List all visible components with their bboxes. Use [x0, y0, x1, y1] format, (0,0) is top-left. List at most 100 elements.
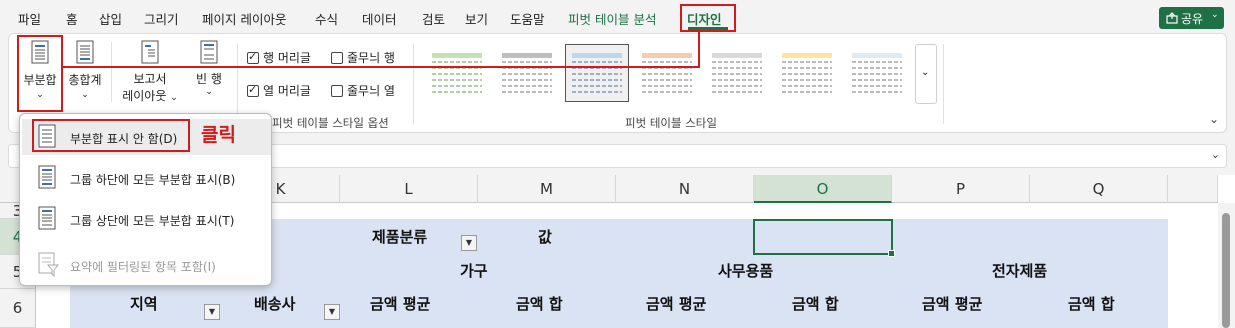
banded-cols-label: 줄무늬 열: [347, 84, 395, 98]
menu-insert[interactable]: 삽입: [99, 9, 122, 28]
style-swatch[interactable]: [635, 44, 699, 102]
menu-file[interactable]: 파일: [18, 9, 41, 28]
col-headers-option[interactable]: 열 머리글: [247, 82, 311, 99]
grand-totals-icon: [76, 40, 94, 64]
menu-view[interactable]: 보기: [465, 9, 488, 28]
highlight-no-subtotals-item: [32, 119, 190, 152]
column-header-n[interactable]: N: [616, 175, 754, 203]
style-swatch-selected[interactable]: [565, 44, 629, 102]
menu-item-label: 그룹 상단에 모든 부분합 표시(T): [70, 214, 235, 228]
office-cell[interactable]: 사무용품: [718, 260, 773, 281]
sum-cell[interactable]: 금액 합: [1068, 293, 1115, 314]
menu-data[interactable]: 데이터: [362, 9, 397, 28]
filtered-items-icon: [38, 252, 60, 278]
blank-rows-button[interactable]: 빈 행 ⌄: [189, 40, 229, 106]
pivot-style-gallery: [423, 44, 923, 104]
banded-cols-option[interactable]: 줄무늬 열: [331, 82, 395, 99]
active-cell-o4[interactable]: [753, 219, 895, 257]
row-header-6[interactable]: 6: [0, 289, 36, 328]
menu-pivot-analyze[interactable]: 피벗 테이블 분석: [568, 9, 656, 28]
furniture-cell[interactable]: 가구: [460, 260, 488, 281]
style-swatch-preview: [432, 53, 482, 93]
gallery-more-button[interactable]: ⌄: [915, 44, 937, 104]
style-swatch-preview: [572, 53, 622, 93]
menu-item-subtotals-bottom[interactable]: 그룹 하단에 모든 부분합 표시(B): [22, 160, 271, 196]
menu-page-layout[interactable]: 페이지 레이아웃: [202, 9, 286, 28]
style-swatch-preview: [782, 53, 832, 93]
blank-rows-label: 빈 행: [196, 72, 222, 86]
electronics-cell[interactable]: 전자제품: [992, 260, 1047, 281]
row-headers-label: 행 머리글: [263, 51, 311, 65]
column-header-p[interactable]: P: [892, 175, 1030, 203]
sum-cell[interactable]: 금액 합: [792, 293, 839, 314]
style-options-group-label: 피벗 테이블 스타일 옵션: [272, 116, 389, 130]
category-header-cell[interactable]: 제품분류: [372, 226, 427, 247]
filter-dropdown-icon[interactable]: ▼: [461, 235, 477, 251]
style-swatch[interactable]: [705, 44, 769, 102]
divider: [237, 44, 238, 124]
column-header-m[interactable]: M: [478, 175, 616, 203]
vertical-scrollbar[interactable]: [1218, 203, 1235, 328]
checkbox-checked[interactable]: [247, 50, 259, 64]
style-swatch[interactable]: [845, 44, 909, 102]
menu-home[interactable]: 홈: [66, 9, 78, 28]
highlight-subtotals-button: [17, 35, 63, 112]
menu-review[interactable]: 검토: [422, 9, 445, 28]
col-headers-label: 열 머리글: [263, 84, 311, 98]
region-cell[interactable]: 지역: [130, 293, 158, 314]
style-swatch-preview: [712, 53, 762, 93]
report-layout-text: 레이아웃: [122, 89, 167, 103]
grand-totals-label: 총합계: [68, 73, 102, 87]
highlight-design-tab: [680, 4, 736, 32]
annotation-connector: [698, 32, 700, 68]
scrollbar-thumb[interactable]: [1222, 213, 1230, 328]
chevron-down-icon: ⌄: [1211, 10, 1219, 20]
row-headers-option[interactable]: 행 머리글: [247, 49, 311, 66]
report-layout-button[interactable]: 보고서 레이아웃 ⌄: [117, 40, 183, 106]
avg-cell[interactable]: 금액 평균: [646, 293, 706, 314]
report-layout-label-2: 레이아웃 ⌄: [117, 87, 183, 104]
checkbox-unchecked[interactable]: [331, 85, 343, 97]
expand-gallery-icon: ⌄: [921, 67, 930, 78]
grand-totals-button[interactable]: 총합계 ⌄: [65, 40, 105, 106]
shipper-cell[interactable]: 배송사: [254, 293, 295, 314]
avg-cell[interactable]: 금액 평균: [922, 293, 982, 314]
divider: [943, 44, 944, 124]
chevron-down-icon: ⌄: [81, 90, 89, 100]
style-swatch[interactable]: [495, 44, 559, 102]
column-header-q[interactable]: Q: [1030, 175, 1168, 203]
sum-cell[interactable]: 금액 합: [516, 293, 563, 314]
menu-draw[interactable]: 그리기: [144, 9, 179, 28]
share-label: 공유: [1181, 12, 1204, 26]
column-header-l[interactable]: L: [340, 175, 478, 203]
chevron-down-icon: ⌄: [205, 87, 213, 97]
report-layout-icon: [141, 40, 159, 64]
annotation-connector: [63, 66, 700, 68]
menu-formulas[interactable]: 수식: [315, 9, 338, 28]
values-header-cell[interactable]: 값: [538, 226, 552, 247]
menu-item-subtotals-top[interactable]: 그룹 상단에 모든 부분합 표시(T): [22, 201, 271, 237]
menu-help[interactable]: 도움말: [510, 9, 545, 28]
menu-bar: 파일 홈 삽입 그리기 페이지 레이아웃 수식 데이터 검토 보기 도움말 피벗…: [0, 0, 1235, 33]
checkbox-unchecked[interactable]: [331, 52, 343, 64]
menu-item-label: 요약에 필터링된 항목 포함(I): [70, 260, 216, 274]
share-icon: [1166, 12, 1178, 24]
subtotals-bottom-icon: [38, 165, 56, 189]
filter-dropdown-icon[interactable]: ▼: [204, 304, 220, 320]
banded-rows-label: 줄무늬 행: [347, 51, 395, 65]
chevron-down-icon: ⌄: [170, 93, 178, 103]
column-header-o[interactable]: O: [754, 175, 892, 203]
avg-cell[interactable]: 금액 평균: [370, 293, 430, 314]
style-swatch[interactable]: [775, 44, 839, 102]
collapse-ribbon-icon[interactable]: ⌄: [1209, 112, 1219, 126]
banded-rows-option[interactable]: 줄무늬 행: [331, 49, 395, 66]
share-button[interactable]: 공유 ⌄: [1159, 7, 1224, 29]
menu-item-include-filtered: 요약에 필터링된 항목 포함(I): [22, 247, 271, 283]
column-header-blank: [1168, 175, 1218, 203]
styles-group-label: 피벗 테이블 스타일: [625, 116, 717, 130]
style-swatch[interactable]: [425, 44, 489, 102]
checkbox-checked[interactable]: [247, 83, 259, 97]
divider: [413, 44, 414, 124]
filter-dropdown-icon[interactable]: ▼: [324, 304, 340, 320]
chevron-down-icon[interactable]: ⌄: [1211, 148, 1220, 161]
